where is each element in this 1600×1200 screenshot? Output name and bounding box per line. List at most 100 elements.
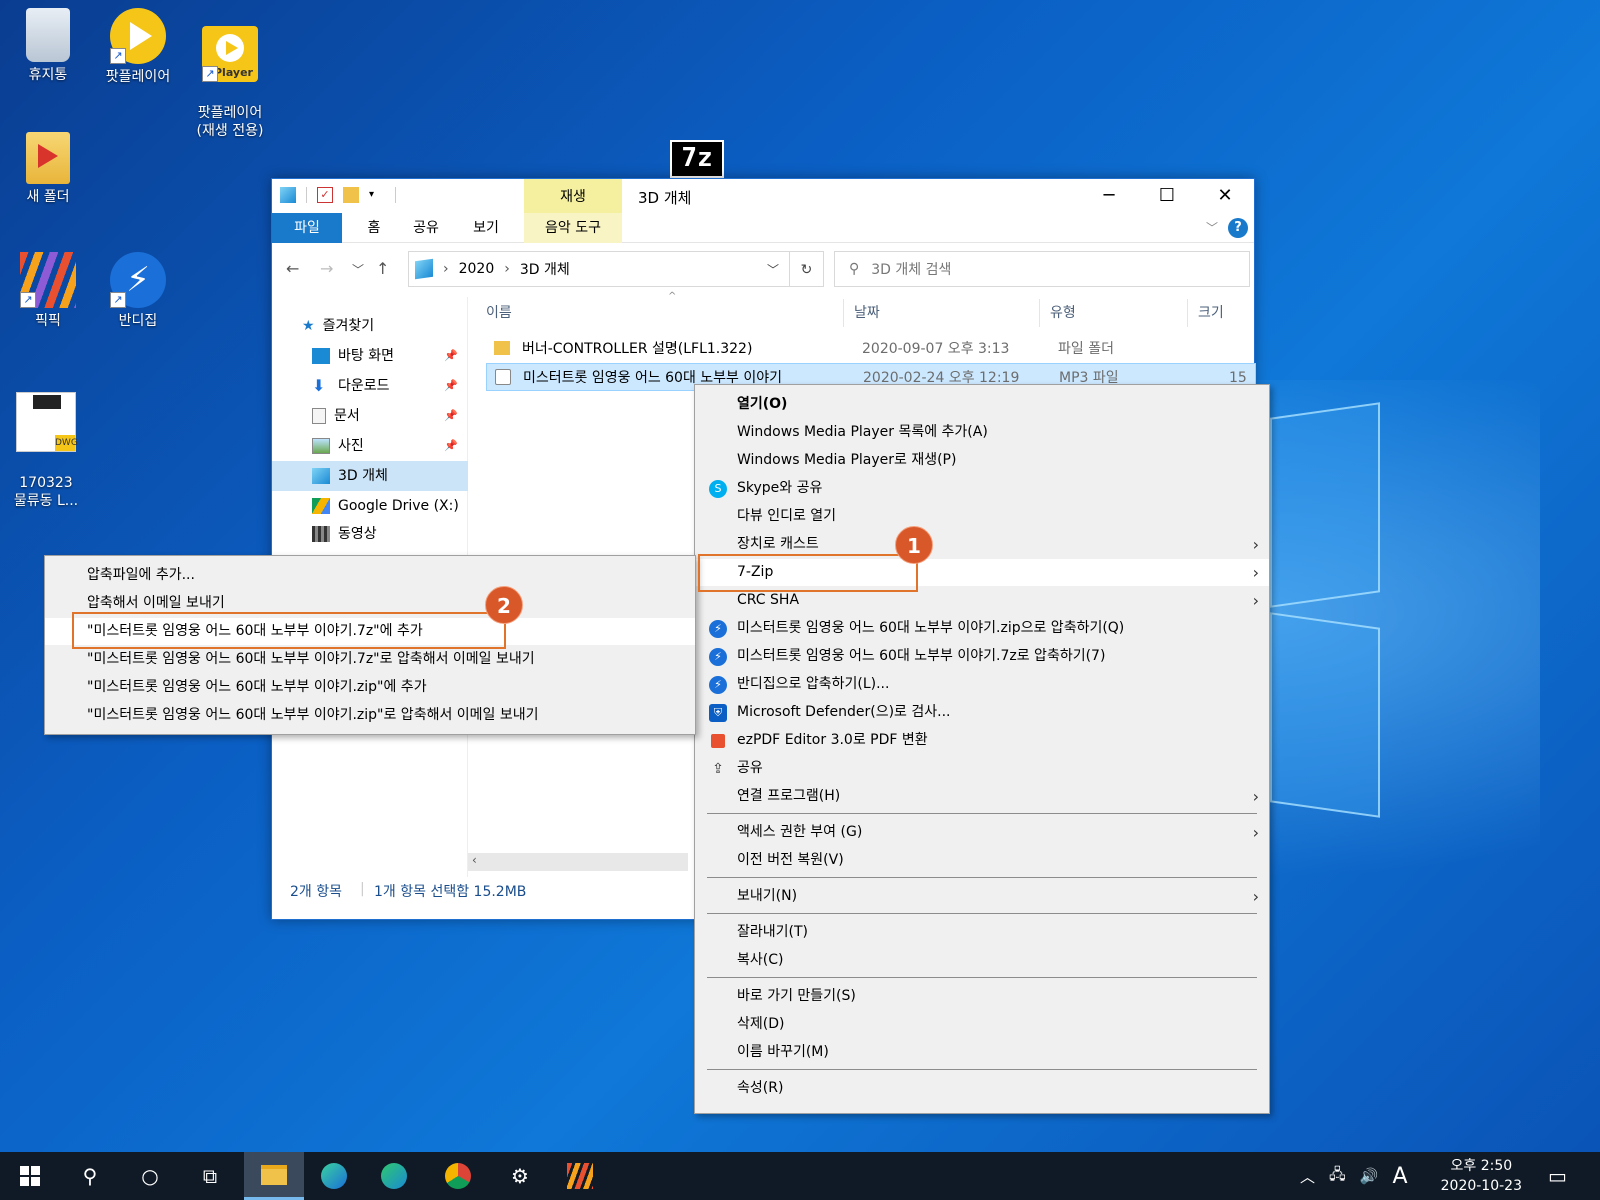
menu-item-create-shortcut[interactable]: 바로 가기 만들기(S) [695, 983, 1269, 1010]
menu-item-share[interactable]: ⇪ 공유 [695, 755, 1269, 782]
desktop-icon-potplayer-playonly[interactable]: Player ↗ 팟플레이어 (재생 전용) [188, 8, 272, 158]
file-row[interactable]: 버너-CONTROLLER 설명(LFL1.322) 2020-09-07 오후… [486, 335, 1256, 363]
pin-icon[interactable]: 📌 [444, 401, 458, 431]
cortana-icon[interactable]: ○ [120, 1152, 180, 1200]
menu-item-skype-share[interactable]: S Skype와 공유 [695, 475, 1269, 502]
menu-item-copy[interactable]: 복사(C) [695, 947, 1269, 974]
notification-icon[interactable]: ▭ [1548, 1152, 1567, 1200]
up-icon[interactable]: ↑ [376, 259, 389, 278]
menu-item-cut[interactable]: 잘라내기(T) [695, 919, 1269, 946]
tab-music-tools[interactable]: 음악 도구 [524, 213, 622, 243]
clock[interactable]: 오후 2:50 2020-10-23 [1441, 1156, 1522, 1196]
horizontal-scrollbar[interactable]: ‹ [468, 853, 688, 871]
properties-icon[interactable]: ✓ [317, 187, 333, 203]
dwg-file-icon: DWG [16, 392, 78, 452]
scroll-left-icon[interactable]: ‹ [472, 853, 477, 867]
breadcrumb-3d-objects[interactable]: 3D 개체 [520, 259, 570, 279]
nav-item-desktop[interactable]: 바탕 화면 📌 [272, 341, 468, 371]
submenu-item-add-archive[interactable]: 압축파일에 추가... [45, 562, 695, 589]
maximize-icon[interactable]: ☐ [1138, 179, 1196, 213]
submenu-item-zip-email[interactable]: "미스터트롯 임영웅 어느 60대 노부부 이야기.zip"로 압축해서 이메일… [45, 702, 695, 729]
breadcrumb-2020[interactable]: 2020 [459, 261, 495, 277]
shortcut-arrow-icon: ↗ [110, 292, 126, 308]
skype-icon: S [709, 480, 727, 498]
ime-indicator[interactable]: A [1392, 1164, 1407, 1189]
menu-item-bandizip-zip[interactable]: ⚡ 미스터트롯 임영웅 어느 60대 노부부 이야기.zip으로 압축하기(Q) [695, 615, 1269, 642]
nav-item-pictures[interactable]: 사진 📌 [272, 431, 468, 461]
column-header-type[interactable]: 유형 [1040, 299, 1188, 327]
tab-share[interactable]: 공유 [398, 213, 454, 243]
start-icon[interactable] [0, 1152, 60, 1200]
tab-file[interactable]: 파일 [272, 213, 342, 243]
network-icon[interactable]: 🖧 [1329, 1164, 1346, 1189]
tab-home[interactable]: 홈 [350, 213, 398, 243]
app-icon[interactable] [304, 1152, 364, 1200]
menu-item-give-access[interactable]: 액세스 권한 부여 (G) › [695, 819, 1269, 846]
menu-item-open[interactable]: 열기(O) [695, 391, 1269, 418]
nav-item-downloads[interactable]: ⬇ 다운로드 📌 [272, 371, 468, 401]
tab-view[interactable]: 보기 [458, 213, 514, 243]
menu-item-wmp-add[interactable]: Windows Media Player 목록에 추가(A) [695, 419, 1269, 446]
menu-item-wmp-play[interactable]: Windows Media Player로 재생(P) [695, 447, 1269, 474]
close-icon[interactable]: ✕ [1196, 179, 1254, 213]
menu-item-bandizip-compress[interactable]: ⚡ 반디집으로 압축하기(L)... [695, 671, 1269, 698]
chrome-icon[interactable] [428, 1152, 488, 1200]
forward-icon[interactable]: → [320, 259, 333, 278]
potplayer-icon: ↗ [110, 8, 166, 64]
help-icon[interactable]: ? [1228, 218, 1248, 238]
recent-locations-icon[interactable]: ﹀ [352, 261, 364, 278]
menu-item-properties[interactable]: 속성(R) [695, 1075, 1269, 1102]
pin-icon[interactable]: 📌 [444, 431, 458, 461]
desktop-icon-recycle-bin[interactable]: 휴지통 [6, 8, 90, 84]
address-bar[interactable]: › 2020 › 3D 개체 ﹀ [408, 251, 790, 287]
nav-item-videos[interactable]: 동영상 [272, 519, 468, 549]
menu-item-daview[interactable]: 다뷰 인디로 열기 [695, 503, 1269, 530]
title-bar[interactable]: ✓ ▾ 재생 3D 개체 ─ ☐ ✕ [272, 179, 1254, 213]
desktop-icon-picpick[interactable]: ↗ 픽픽 [6, 252, 90, 330]
menu-item-rename[interactable]: 이름 바꾸기(M) [695, 1039, 1269, 1066]
nav-item-google-drive[interactable]: Google Drive (X:) [272, 491, 468, 521]
pin-icon[interactable]: 📌 [444, 371, 458, 401]
desktop-icon-dwg-file[interactable]: DWG 170323 물류동 L... [4, 374, 88, 528]
expand-ribbon-icon[interactable]: ﹀ [1206, 219, 1218, 236]
menu-item-ezpdf[interactable]: ezPDF Editor 3.0로 PDF 변환 [695, 727, 1269, 754]
menu-item-open-with[interactable]: 연결 프로그램(H) › [695, 783, 1269, 810]
column-header-name[interactable]: 이름 [476, 299, 844, 327]
address-dropdown-icon[interactable]: ﹀ [767, 261, 779, 278]
file-explorer-icon[interactable] [244, 1152, 304, 1200]
column-header-size[interactable]: 크기 [1188, 299, 1256, 327]
volume-icon[interactable]: 🔊 [1360, 1167, 1379, 1185]
minimize-icon[interactable]: ─ [1080, 179, 1138, 213]
pictures-icon [312, 438, 330, 454]
nav-item-documents[interactable]: 문서 📌 [272, 401, 468, 431]
column-header-date[interactable]: 날짜 [844, 299, 1040, 327]
back-icon[interactable]: ← [286, 259, 299, 278]
show-hidden-icons-icon[interactable]: ︿ [1300, 1166, 1315, 1187]
nav-item-3d-objects[interactable]: 3D 개체 [272, 461, 468, 491]
menu-item-send-to[interactable]: 보내기(N) › [695, 883, 1269, 910]
context-tab-header[interactable]: 재생 [524, 179, 622, 213]
task-view-icon[interactable]: ⧉ [180, 1152, 240, 1200]
edge-icon[interactable] [364, 1152, 424, 1200]
qat-dropdown-icon[interactable]: ▾ [369, 187, 385, 203]
settings-icon[interactable]: ⚙ [490, 1152, 550, 1200]
menu-item-bandizip-7z[interactable]: ⚡ 미스터트롯 임영웅 어느 60대 노부부 이야기.7z로 압축하기(7) [695, 643, 1269, 670]
submenu-item-add-zip[interactable]: "미스터트롯 임영웅 어느 60대 노부부 이야기.zip"에 추가 [45, 674, 695, 701]
desktop-icon-potplayer[interactable]: ↗ 팟플레이어 [96, 8, 180, 86]
menu-item-defender-scan[interactable]: ⛨ Microsoft Defender(으)로 검사... [695, 699, 1269, 726]
3d-objects-icon [312, 468, 330, 484]
3d-objects-icon [280, 187, 296, 203]
pin-icon[interactable]: 📌 [444, 341, 458, 371]
new-folder-icon[interactable] [343, 187, 359, 203]
menu-item-restore-versions[interactable]: 이전 버전 복원(V) [695, 847, 1269, 874]
desktop-icon-new-folder[interactable]: 새 폴더 [6, 132, 90, 206]
search-icon[interactable]: ⚲ [60, 1152, 120, 1200]
7z-icon[interactable]: 7z [670, 140, 724, 178]
refresh-icon[interactable]: ↻ [790, 251, 824, 287]
picpick-icon[interactable] [550, 1152, 610, 1200]
search-input[interactable]: ⚲ 3D 개체 검색 [834, 251, 1250, 287]
desktop-icon-bandizip[interactable]: ⚡ ↗ 반디집 [96, 252, 180, 330]
nav-quick-access[interactable]: ★ 즐겨찾기 [272, 311, 468, 341]
submenu-item-7z-email[interactable]: "미스터트롯 임영웅 어느 60대 노부부 이야기.7z"로 압축해서 이메일 … [45, 646, 695, 673]
menu-item-delete[interactable]: 삭제(D) [695, 1011, 1269, 1038]
